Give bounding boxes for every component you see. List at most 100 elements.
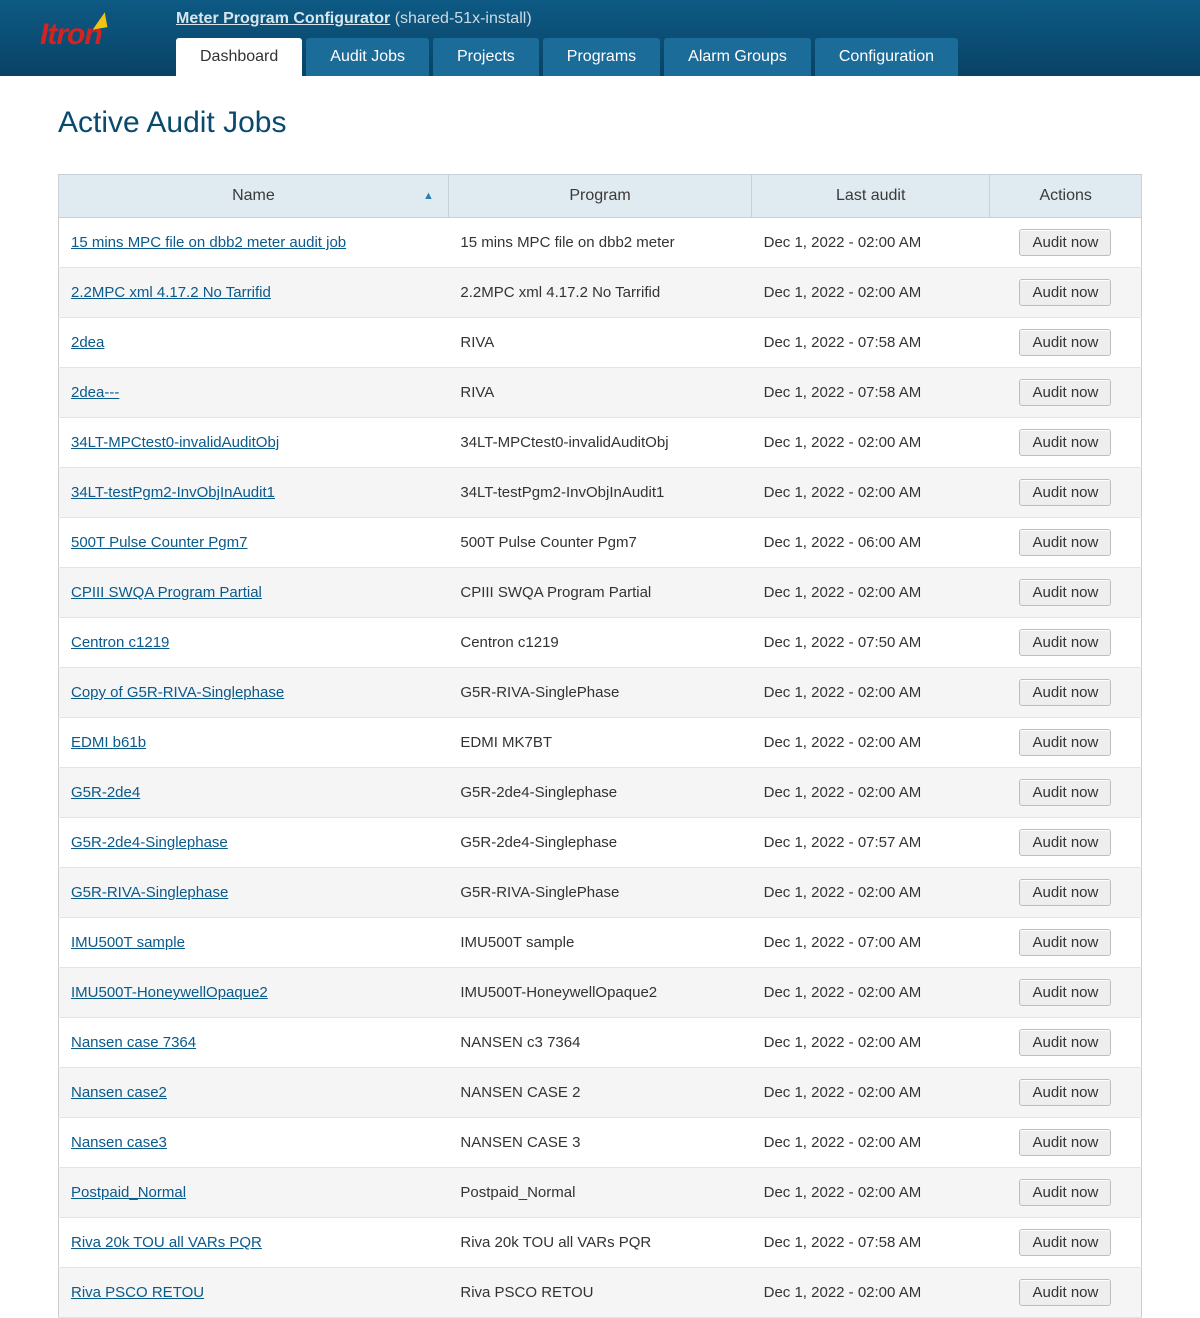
audit-now-button[interactable]: Audit now bbox=[1019, 1129, 1111, 1156]
cell-program: NANSEN CASE 2 bbox=[448, 1068, 751, 1118]
cell-last-audit: Dec 1, 2022 - 02:00 AM bbox=[752, 418, 990, 468]
cell-actions: Audit now bbox=[990, 1168, 1142, 1218]
audit-now-button[interactable]: Audit now bbox=[1019, 729, 1111, 756]
job-name-link[interactable]: G5R-RIVA-Singlephase bbox=[71, 884, 228, 901]
job-name-link[interactable]: Copy of G5R-RIVA-Singlephase bbox=[71, 684, 284, 701]
job-name-link[interactable]: IMU500T-HoneywellOpaque2 bbox=[71, 984, 268, 1001]
col-header-actions: Actions bbox=[990, 175, 1142, 218]
cell-name: Riva PSCO RETOU bbox=[59, 1268, 449, 1318]
job-name-link[interactable]: G5R-2de4-Singlephase bbox=[71, 834, 228, 851]
logo-accent-icon: ◢ bbox=[90, 9, 106, 32]
cell-last-audit: Dec 1, 2022 - 02:00 AM bbox=[752, 1268, 990, 1318]
job-name-link[interactable]: Postpaid_Normal bbox=[71, 1184, 186, 1201]
audit-now-button[interactable]: Audit now bbox=[1019, 679, 1111, 706]
cell-name: Nansen case3 bbox=[59, 1118, 449, 1168]
audit-now-button[interactable]: Audit now bbox=[1019, 529, 1111, 556]
cell-program: IMU500T-HoneywellOpaque2 bbox=[448, 968, 751, 1018]
col-header-last-audit[interactable]: Last audit bbox=[752, 175, 990, 218]
cell-program: G5R-RIVA-SinglePhase bbox=[448, 668, 751, 718]
job-name-link[interactable]: Centron c1219 bbox=[71, 634, 169, 651]
job-name-link[interactable]: Nansen case3 bbox=[71, 1134, 167, 1151]
job-name-link[interactable]: CPIII SWQA Program Partial bbox=[71, 584, 262, 601]
audit-now-button[interactable]: Audit now bbox=[1019, 879, 1111, 906]
job-name-link[interactable]: 34LT-MPCtest0-invalidAuditObj bbox=[71, 434, 279, 451]
audit-now-button[interactable]: Audit now bbox=[1019, 1079, 1111, 1106]
job-name-link[interactable]: 2.2MPC xml 4.17.2 No Tarrifid bbox=[71, 284, 271, 301]
cell-last-audit: Dec 1, 2022 - 06:00 AM bbox=[752, 518, 990, 568]
audit-now-button[interactable]: Audit now bbox=[1019, 1029, 1111, 1056]
job-name-link[interactable]: Nansen case2 bbox=[71, 1084, 167, 1101]
col-header-last-audit-label: Last audit bbox=[836, 187, 905, 204]
cell-actions: Audit now bbox=[990, 1018, 1142, 1068]
cell-name: Riva 20k TOU all VARs PQR bbox=[59, 1218, 449, 1268]
audit-now-button[interactable]: Audit now bbox=[1019, 579, 1111, 606]
audit-now-button[interactable]: Audit now bbox=[1019, 429, 1111, 456]
cell-actions: Audit now bbox=[990, 1268, 1142, 1318]
cell-program: Centron c1219 bbox=[448, 618, 751, 668]
audit-now-button[interactable]: Audit now bbox=[1019, 329, 1111, 356]
cell-program: 34LT-MPCtest0-invalidAuditObj bbox=[448, 418, 751, 468]
cell-name: 2dea--- bbox=[59, 368, 449, 418]
cell-program: IMU500T sample bbox=[448, 918, 751, 968]
cell-program: Riva PSCO RETOU bbox=[448, 1268, 751, 1318]
job-name-link[interactable]: Nansen case 7364 bbox=[71, 1034, 196, 1051]
table-header-row: Name ▲ Program Last audit Actions bbox=[59, 175, 1142, 218]
cell-program: CPIII SWQA Program Partial bbox=[448, 568, 751, 618]
tab-configuration[interactable]: Configuration bbox=[815, 38, 958, 76]
table-row: CPIII SWQA Program Partial CPIII SWQA Pro… bbox=[59, 568, 1142, 618]
audit-now-button[interactable]: Audit now bbox=[1019, 779, 1111, 806]
audit-now-button[interactable]: Audit now bbox=[1019, 1229, 1111, 1256]
audit-now-button[interactable]: Audit now bbox=[1019, 979, 1111, 1006]
job-name-link[interactable]: 2dea bbox=[71, 334, 104, 351]
app-title-suffix: (shared-51x-install) bbox=[395, 10, 532, 27]
audit-now-button[interactable]: Audit now bbox=[1019, 1179, 1111, 1206]
col-header-name[interactable]: Name ▲ bbox=[59, 175, 449, 218]
audit-now-button[interactable]: Audit now bbox=[1019, 829, 1111, 856]
cell-actions: Audit now bbox=[990, 618, 1142, 668]
cell-last-audit: Dec 1, 2022 - 02:00 AM bbox=[752, 768, 990, 818]
tab-audit-jobs[interactable]: Audit Jobs bbox=[306, 38, 429, 76]
cell-name: G5R-2de4 bbox=[59, 768, 449, 818]
audit-jobs-table: Name ▲ Program Last audit Actions 15 min… bbox=[58, 174, 1142, 1318]
tab-programs[interactable]: Programs bbox=[543, 38, 660, 76]
cell-program: RIVA bbox=[448, 318, 751, 368]
tab-dashboard[interactable]: Dashboard bbox=[176, 38, 302, 76]
cell-actions: Audit now bbox=[990, 518, 1142, 568]
audit-now-button[interactable]: Audit now bbox=[1019, 229, 1111, 256]
tab-alarm-groups[interactable]: Alarm Groups bbox=[664, 38, 811, 76]
cell-program: 34LT-testPgm2-InvObjInAudit1 bbox=[448, 468, 751, 518]
app-title-row: Meter Program Configurator (shared-51x-i… bbox=[176, 10, 532, 28]
job-name-link[interactable]: Riva 20k TOU all VARs PQR bbox=[71, 1234, 262, 1251]
tab-projects[interactable]: Projects bbox=[433, 38, 539, 76]
audit-now-button[interactable]: Audit now bbox=[1019, 379, 1111, 406]
cell-actions: Audit now bbox=[990, 218, 1142, 268]
job-name-link[interactable]: 2dea--- bbox=[71, 384, 119, 401]
cell-program: RIVA bbox=[448, 368, 751, 418]
table-row: 34LT-MPCtest0-invalidAuditObj 34LT-MPCtes… bbox=[59, 418, 1142, 468]
audit-now-button[interactable]: Audit now bbox=[1019, 279, 1111, 306]
table-row: Nansen case3NANSEN CASE 3Dec 1, 2022 - 0… bbox=[59, 1118, 1142, 1168]
cell-name: 500T Pulse Counter Pgm7 bbox=[59, 518, 449, 568]
app-title-link[interactable]: Meter Program Configurator bbox=[176, 10, 390, 27]
job-name-link[interactable]: Riva PSCO RETOU bbox=[71, 1284, 204, 1301]
cell-actions: Audit now bbox=[990, 418, 1142, 468]
job-name-link[interactable]: EDMI b61b bbox=[71, 734, 146, 751]
table-row: Nansen case 7364NANSEN c3 7364Dec 1, 202… bbox=[59, 1018, 1142, 1068]
audit-now-button[interactable]: Audit now bbox=[1019, 1279, 1111, 1306]
audit-now-button[interactable]: Audit now bbox=[1019, 479, 1111, 506]
cell-actions: Audit now bbox=[990, 768, 1142, 818]
cell-actions: Audit now bbox=[990, 268, 1142, 318]
col-header-program[interactable]: Program bbox=[448, 175, 751, 218]
cell-last-audit: Dec 1, 2022 - 07:58 AM bbox=[752, 318, 990, 368]
job-name-link[interactable]: 15 mins MPC file on dbb2 meter audit job bbox=[71, 234, 346, 251]
audit-now-button[interactable]: Audit now bbox=[1019, 929, 1111, 956]
col-header-program-label: Program bbox=[569, 187, 630, 204]
cell-actions: Audit now bbox=[990, 1218, 1142, 1268]
audit-now-button[interactable]: Audit now bbox=[1019, 629, 1111, 656]
job-name-link[interactable]: 34LT-testPgm2-InvObjInAudit1 bbox=[71, 484, 275, 501]
job-name-link[interactable]: 500T Pulse Counter Pgm7 bbox=[71, 534, 248, 551]
table-row: G5R-RIVA-SinglephaseG5R-RIVA-SinglePhase… bbox=[59, 868, 1142, 918]
cell-last-audit: Dec 1, 2022 - 02:00 AM bbox=[752, 718, 990, 768]
job-name-link[interactable]: G5R-2de4 bbox=[71, 784, 140, 801]
job-name-link[interactable]: IMU500T sample bbox=[71, 934, 185, 951]
